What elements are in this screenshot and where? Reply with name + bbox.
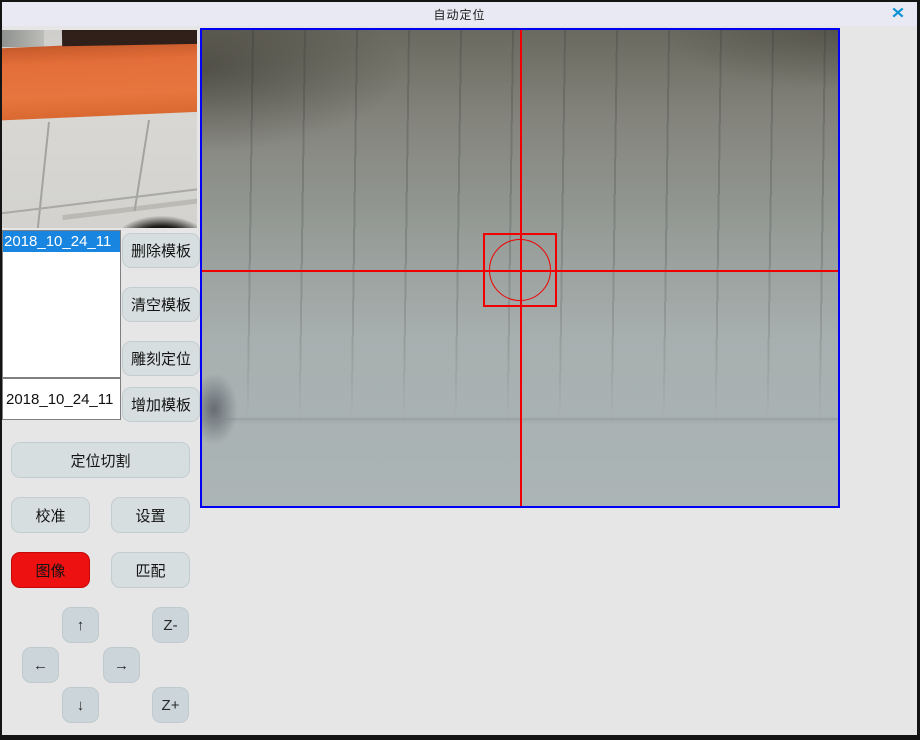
settings-button[interactable]: 设置 [111, 497, 190, 533]
camera-view[interactable] [200, 28, 840, 508]
titlebar: 自动定位 ✕ [2, 2, 917, 26]
delete-template-button[interactable]: 删除模板 [122, 233, 200, 268]
jog-down-button[interactable]: ↓ [62, 687, 99, 723]
image-button[interactable]: 图像 [11, 552, 90, 588]
thumbnail-grey-patch [2, 30, 44, 47]
jog-z-minus-button[interactable]: Z- [152, 607, 189, 643]
calibrate-button[interactable]: 校准 [11, 497, 90, 533]
template-name-input[interactable] [2, 378, 121, 420]
template-list[interactable]: 2018_10_24_11 [2, 230, 121, 378]
clear-templates-button[interactable]: 清空模板 [122, 287, 200, 322]
jog-z-plus-button[interactable]: Z+ [152, 687, 189, 723]
close-icon[interactable]: ✕ [887, 4, 910, 24]
template-list-item[interactable]: 2018_10_24_11 [3, 231, 120, 252]
jog-right-button[interactable]: → [103, 647, 140, 683]
jog-up-button[interactable]: ↑ [62, 607, 99, 643]
thumbnail-orange-beam [2, 39, 197, 120]
target-circle [489, 239, 551, 301]
dialog-title: 自动定位 [433, 6, 485, 23]
auto-locate-dialog: 自动定位 ✕ 2018_10_24_11 删除模板 清空模板 雕刻定位 增加模板… [0, 0, 920, 740]
thumbnail-dark-strip [62, 30, 197, 46]
match-button[interactable]: 匹配 [111, 552, 190, 588]
locate-cut-button[interactable]: 定位切割 [11, 442, 190, 478]
add-template-button[interactable]: 增加模板 [122, 387, 200, 422]
template-thumbnail-image [2, 30, 197, 228]
jog-left-button[interactable]: ← [22, 647, 59, 683]
thumbnail-dark-object [114, 216, 197, 228]
engrave-locate-button[interactable]: 雕刻定位 [122, 341, 200, 376]
thumbnail-tile-line [33, 122, 50, 228]
